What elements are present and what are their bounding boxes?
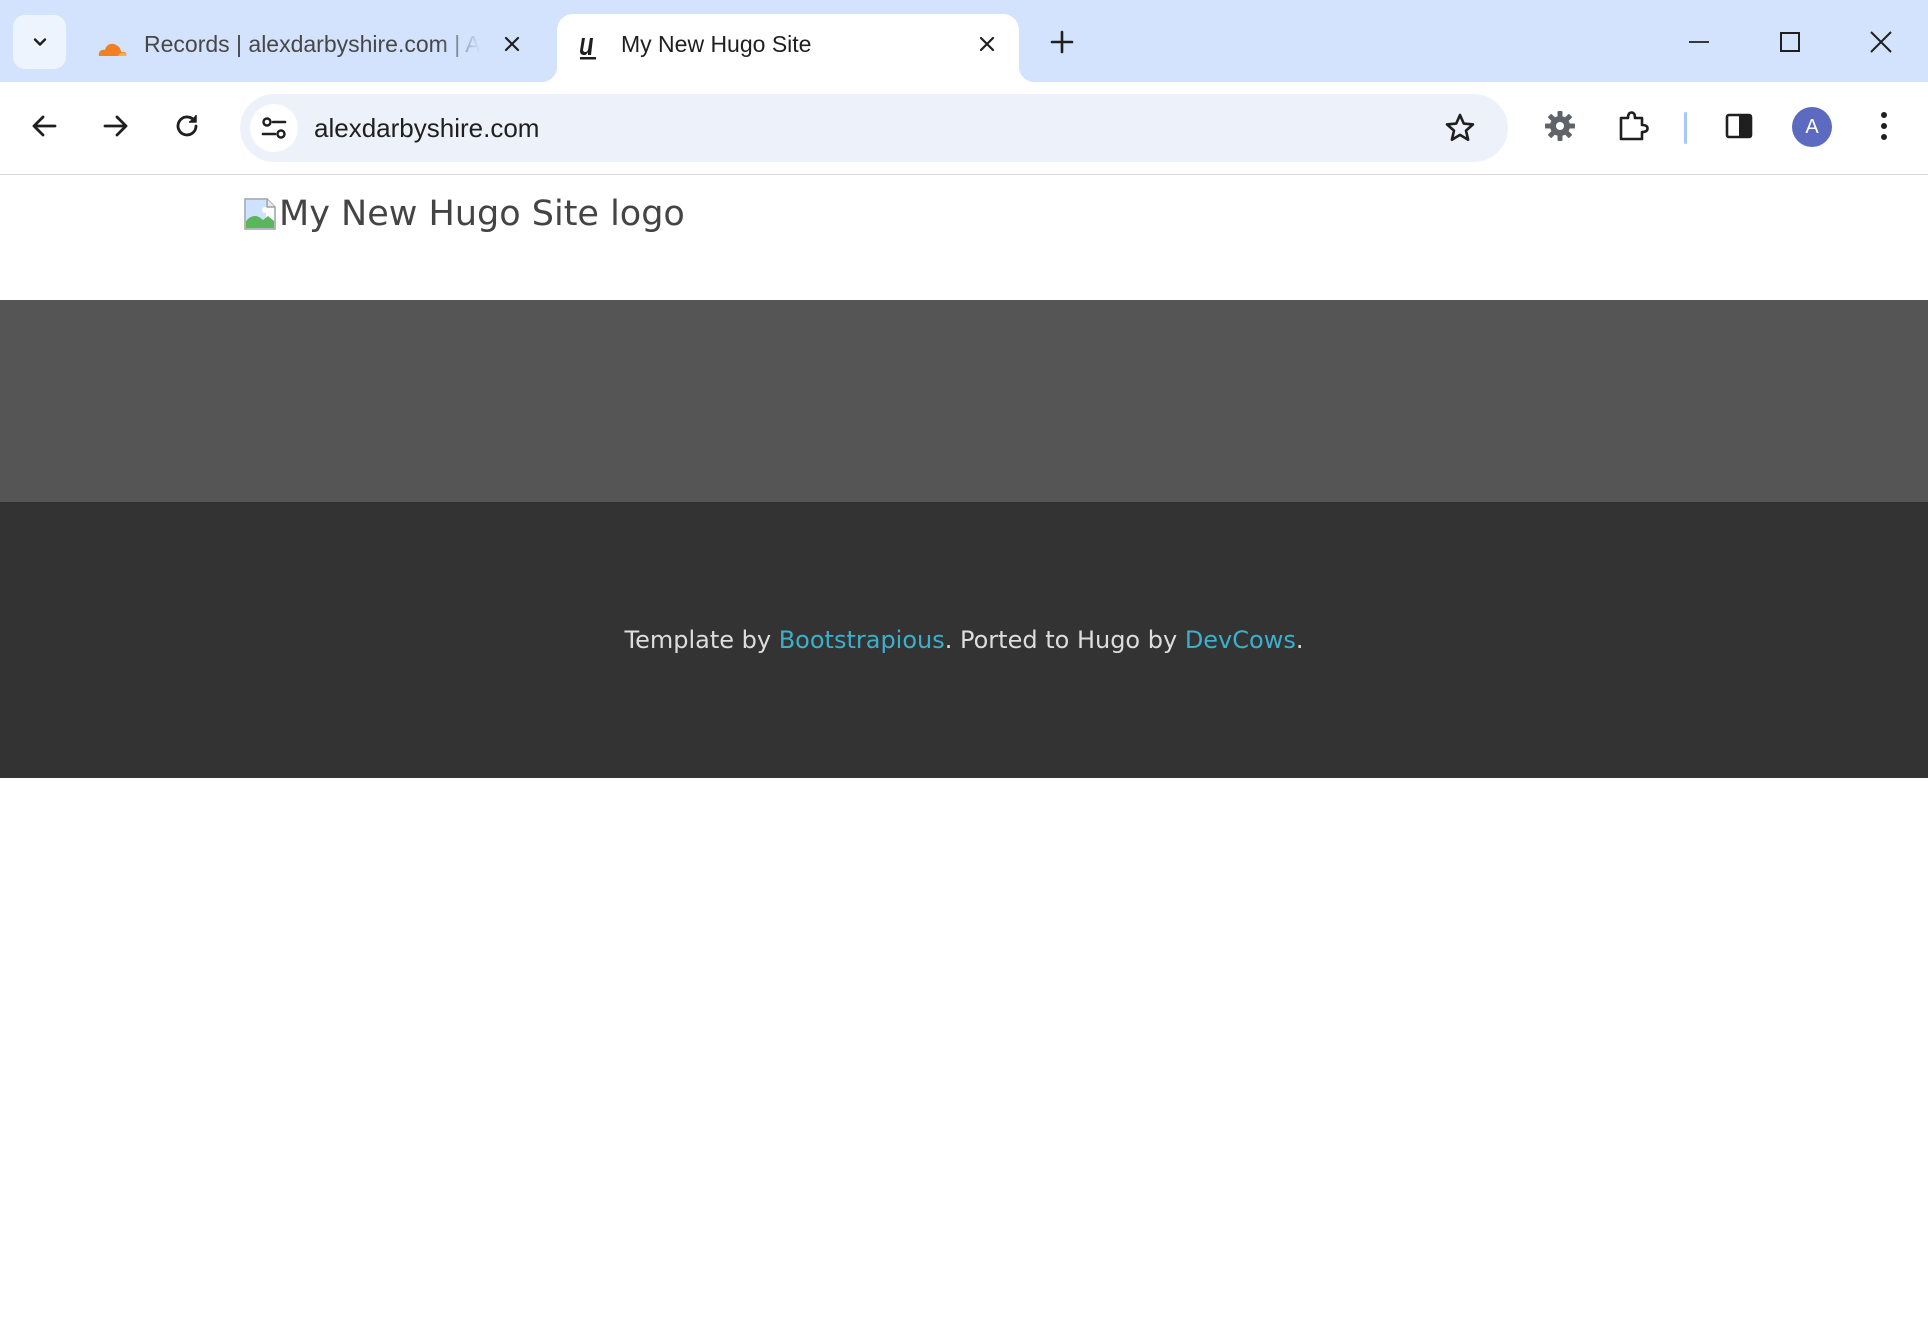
side-panel-button[interactable] bbox=[1717, 104, 1761, 148]
plus-icon bbox=[1050, 30, 1074, 54]
reload-icon bbox=[176, 115, 198, 137]
back-button[interactable] bbox=[22, 104, 66, 148]
more-vert-icon bbox=[1881, 112, 1887, 140]
site-logo[interactable]: My New Hugo Site logo bbox=[243, 194, 685, 234]
footer-ported-text: . Ported to Hugo by bbox=[944, 626, 1185, 654]
close-icon bbox=[1870, 31, 1892, 53]
forward-button[interactable] bbox=[94, 104, 138, 148]
gear-icon bbox=[1545, 111, 1575, 141]
close-tab-button[interactable] bbox=[496, 28, 528, 60]
close-tab-button[interactable] bbox=[971, 28, 1003, 60]
reload-button[interactable] bbox=[165, 104, 209, 148]
site-header: My New Hugo Site logo bbox=[0, 176, 1928, 300]
close-icon bbox=[979, 36, 995, 52]
tab-search-button[interactable] bbox=[13, 15, 66, 69]
site-footer: Template by Bootstrapious. Ported to Hug… bbox=[0, 502, 1928, 778]
tab-title: Records | alexdarbyshire.com | A bbox=[144, 31, 480, 57]
arrow-right-icon bbox=[103, 115, 128, 137]
minimize-button[interactable] bbox=[1677, 20, 1721, 64]
toolbar-divider bbox=[1684, 112, 1687, 144]
puzzle-icon bbox=[1619, 111, 1649, 141]
menu-button[interactable] bbox=[1862, 104, 1906, 148]
extensions-button[interactable] bbox=[1611, 104, 1655, 148]
tab-my-new-hugo-site[interactable]: My New Hugo Site bbox=[541, 14, 1035, 82]
maximize-button[interactable] bbox=[1768, 20, 1812, 64]
tune-icon bbox=[261, 117, 287, 139]
footer-template-text: Template by bbox=[624, 626, 779, 654]
hugo-icon bbox=[573, 32, 605, 64]
hero-band bbox=[0, 300, 1928, 502]
tab-strip: Records | alexdarbyshire.com | A My New … bbox=[0, 0, 1928, 82]
tab-title: My New Hugo Site bbox=[621, 31, 812, 57]
cloudflare-icon bbox=[96, 32, 128, 64]
site-info-button[interactable] bbox=[250, 104, 298, 152]
maximize-icon bbox=[1780, 32, 1800, 52]
extension-gear-button[interactable] bbox=[1538, 104, 1582, 148]
profile-avatar[interactable]: A bbox=[1792, 107, 1832, 147]
devcows-link[interactable]: DevCows bbox=[1185, 626, 1296, 654]
address-bar[interactable]: alexdarbyshire.com bbox=[240, 94, 1508, 162]
tab-records[interactable]: Records | alexdarbyshire.com | A bbox=[80, 14, 540, 82]
star-icon bbox=[1445, 113, 1475, 141]
footer-suffix: . bbox=[1295, 626, 1304, 654]
footer-credits: Template by Bootstrapious. Ported to Hug… bbox=[625, 626, 1304, 654]
side-panel-icon bbox=[1725, 113, 1753, 139]
chevron-down-icon bbox=[33, 38, 46, 46]
browser-toolbar: alexdarbyshire.com A bbox=[0, 82, 1928, 175]
logo-alt-text: My New Hugo Site logo bbox=[279, 194, 685, 234]
page-content: My New Hugo Site logo Template by Bootst… bbox=[0, 176, 1928, 1335]
arrow-left-icon bbox=[32, 115, 57, 137]
new-tab-button[interactable] bbox=[1044, 24, 1080, 60]
bootstrapious-link[interactable]: Bootstrapious bbox=[779, 626, 945, 654]
url-text[interactable]: alexdarbyshire.com bbox=[314, 94, 539, 162]
close-icon bbox=[504, 36, 520, 52]
broken-image-icon bbox=[244, 198, 276, 230]
close-window-button[interactable] bbox=[1859, 20, 1903, 64]
bookmark-button[interactable] bbox=[1438, 106, 1482, 150]
minimize-icon bbox=[1689, 41, 1709, 43]
